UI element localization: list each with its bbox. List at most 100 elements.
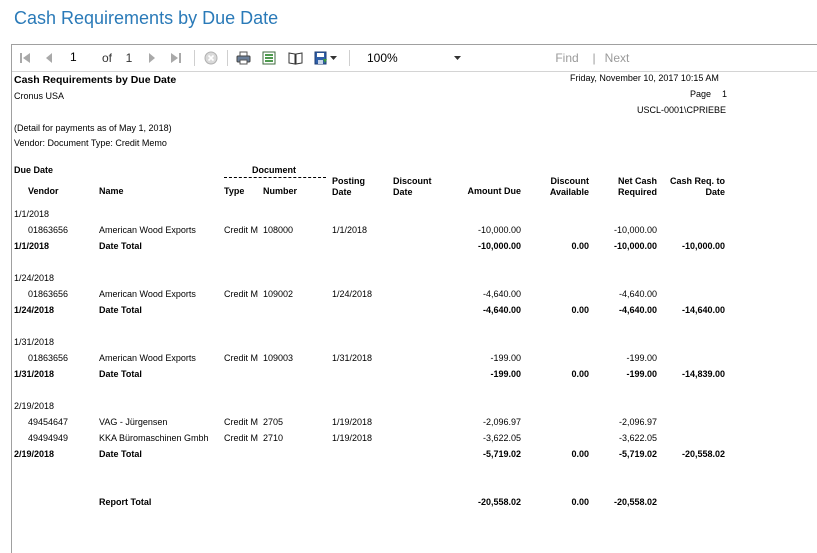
line-number: 109003 bbox=[263, 353, 294, 363]
total-discount: 0.00 bbox=[571, 305, 589, 315]
line-amount-due: -4,640.00 bbox=[482, 289, 521, 299]
last-page-button[interactable] bbox=[169, 49, 183, 67]
total-cash-to-date: -14,640.00 bbox=[681, 305, 725, 315]
group-due-date: 1/31/2018 bbox=[14, 337, 55, 347]
line-posting-date: 1/19/2018 bbox=[332, 433, 373, 443]
total-amount-due: -5,719.02 bbox=[482, 449, 521, 459]
page-setup-button[interactable] bbox=[287, 49, 303, 67]
next-page-button[interactable] bbox=[145, 49, 159, 67]
line-net-cash: -3,622.05 bbox=[618, 433, 657, 443]
find-next-button[interactable]: Next bbox=[602, 49, 632, 67]
total-discount: 0.00 bbox=[571, 369, 589, 379]
print-layout-button[interactable] bbox=[261, 49, 277, 67]
previous-page-button[interactable] bbox=[42, 49, 56, 67]
line-number: 2710 bbox=[263, 433, 284, 443]
header-posting-1: Posting bbox=[332, 176, 365, 186]
header-vendor: Vendor bbox=[28, 186, 59, 196]
header-discount-date-2: Date bbox=[393, 187, 413, 197]
first-page-icon bbox=[20, 53, 30, 63]
line-amount-due: -10,000.00 bbox=[477, 225, 521, 235]
line-amount-due: -199.00 bbox=[490, 353, 521, 363]
line-name: American Wood Exports bbox=[99, 225, 196, 235]
document-header-rule bbox=[224, 177, 326, 178]
total-date: 2/19/2018 bbox=[14, 449, 55, 459]
page-number: 1 bbox=[722, 89, 728, 99]
line-net-cash: -4,640.00 bbox=[618, 289, 657, 299]
filter-note: Vendor: Document Type: Credit Memo bbox=[14, 138, 167, 148]
line-vendor: 01863656 bbox=[28, 353, 69, 363]
header-type: Type bbox=[224, 186, 245, 196]
header-discount-date-1: Discount bbox=[393, 176, 432, 186]
export-button[interactable] bbox=[312, 49, 338, 67]
line-number: 109002 bbox=[263, 289, 294, 299]
total-cash-to-date: -10,000.00 bbox=[681, 241, 725, 251]
stop-icon bbox=[204, 51, 218, 65]
line-amount-due: -2,096.97 bbox=[482, 417, 521, 427]
report-total-label: Report Total bbox=[99, 497, 152, 507]
total-date: 1/31/2018 bbox=[14, 369, 55, 379]
header-cash-req-1: Cash Req. to bbox=[669, 176, 725, 186]
line-vendor: 01863656 bbox=[28, 289, 69, 299]
total-pages: 1 bbox=[125, 51, 133, 65]
current-page-input[interactable] bbox=[66, 49, 100, 65]
line-name: KKA Büromaschinen Gmbh bbox=[99, 433, 209, 443]
line-net-cash: -2,096.97 bbox=[618, 417, 657, 427]
total-amount-due: -4,640.00 bbox=[482, 305, 521, 315]
chevron-down-icon bbox=[329, 56, 337, 60]
total-label: Date Total bbox=[99, 241, 142, 251]
last-page-icon bbox=[171, 53, 181, 63]
report-total-amount-due: -20,558.02 bbox=[477, 497, 521, 507]
report-title: Cash Requirements by Due Date bbox=[14, 74, 177, 86]
printer-icon bbox=[236, 51, 250, 65]
line-type: Credit M bbox=[224, 417, 259, 427]
total-net-cash: -10,000.00 bbox=[613, 241, 657, 251]
total-net-cash: -199.00 bbox=[626, 369, 657, 379]
page-title: Cash Requirements by Due Date bbox=[14, 8, 279, 28]
zoom-select[interactable]: 100% bbox=[363, 49, 465, 67]
line-type: Credit M bbox=[224, 353, 259, 363]
first-page-button[interactable] bbox=[18, 49, 32, 67]
line-posting-date: 1/24/2018 bbox=[332, 289, 373, 299]
total-discount: 0.00 bbox=[571, 449, 589, 459]
report-page: Cash Requirements by Due Date Cronus USA… bbox=[12, 72, 817, 553]
header-cash-req-2: Date bbox=[705, 187, 725, 197]
line-name: American Wood Exports bbox=[99, 289, 196, 299]
group-due-date: 2/19/2018 bbox=[14, 401, 55, 411]
toolbar-divider: | bbox=[592, 51, 596, 65]
report-total-net-cash: -20,558.02 bbox=[613, 497, 657, 507]
total-cash-to-date: -20,558.02 bbox=[681, 449, 725, 459]
print-button[interactable] bbox=[235, 49, 251, 67]
line-name: VAG - Jürgensen bbox=[99, 417, 168, 427]
total-net-cash: -4,640.00 bbox=[618, 305, 657, 315]
find-button[interactable]: Find bbox=[552, 49, 582, 67]
run-datetime: Friday, November 10, 2017 10:15 AM bbox=[570, 73, 719, 83]
header-due-date: Due Date bbox=[14, 165, 54, 175]
find-input[interactable] bbox=[480, 49, 544, 67]
total-label: Date Total bbox=[99, 449, 142, 459]
line-posting-date: 1/31/2018 bbox=[332, 353, 373, 363]
total-label: Date Total bbox=[99, 305, 142, 315]
line-net-cash: -10,000.00 bbox=[613, 225, 657, 235]
line-type: Credit M bbox=[224, 225, 259, 235]
line-name: American Wood Exports bbox=[99, 353, 196, 363]
total-date: 1/1/2018 bbox=[14, 241, 50, 251]
user-id: USCL-0001\CPRIEBE bbox=[637, 105, 727, 115]
company-name: Cronus USA bbox=[14, 91, 65, 101]
stop-button[interactable] bbox=[203, 49, 219, 67]
line-vendor: 49454647 bbox=[28, 417, 69, 427]
total-cash-to-date: -14,839.00 bbox=[681, 369, 725, 379]
book-icon bbox=[288, 52, 302, 65]
header-net-cash-1: Net Cash bbox=[617, 176, 657, 186]
line-type: Credit M bbox=[224, 433, 259, 443]
total-discount: 0.00 bbox=[571, 241, 589, 251]
line-vendor: 01863656 bbox=[28, 225, 69, 235]
group-due-date: 1/1/2018 bbox=[14, 209, 50, 219]
previous-page-icon bbox=[46, 53, 52, 63]
group-due-date: 1/24/2018 bbox=[14, 273, 55, 283]
header-document: Document bbox=[252, 165, 297, 175]
line-net-cash: -199.00 bbox=[626, 353, 657, 363]
report-toolbar: of 1 100% Find | bbox=[12, 45, 817, 72]
total-amount-due: -10,000.00 bbox=[477, 241, 521, 251]
detail-note: (Detail for payments as of May 1, 2018) bbox=[14, 123, 172, 133]
line-amount-due: -3,622.05 bbox=[482, 433, 521, 443]
